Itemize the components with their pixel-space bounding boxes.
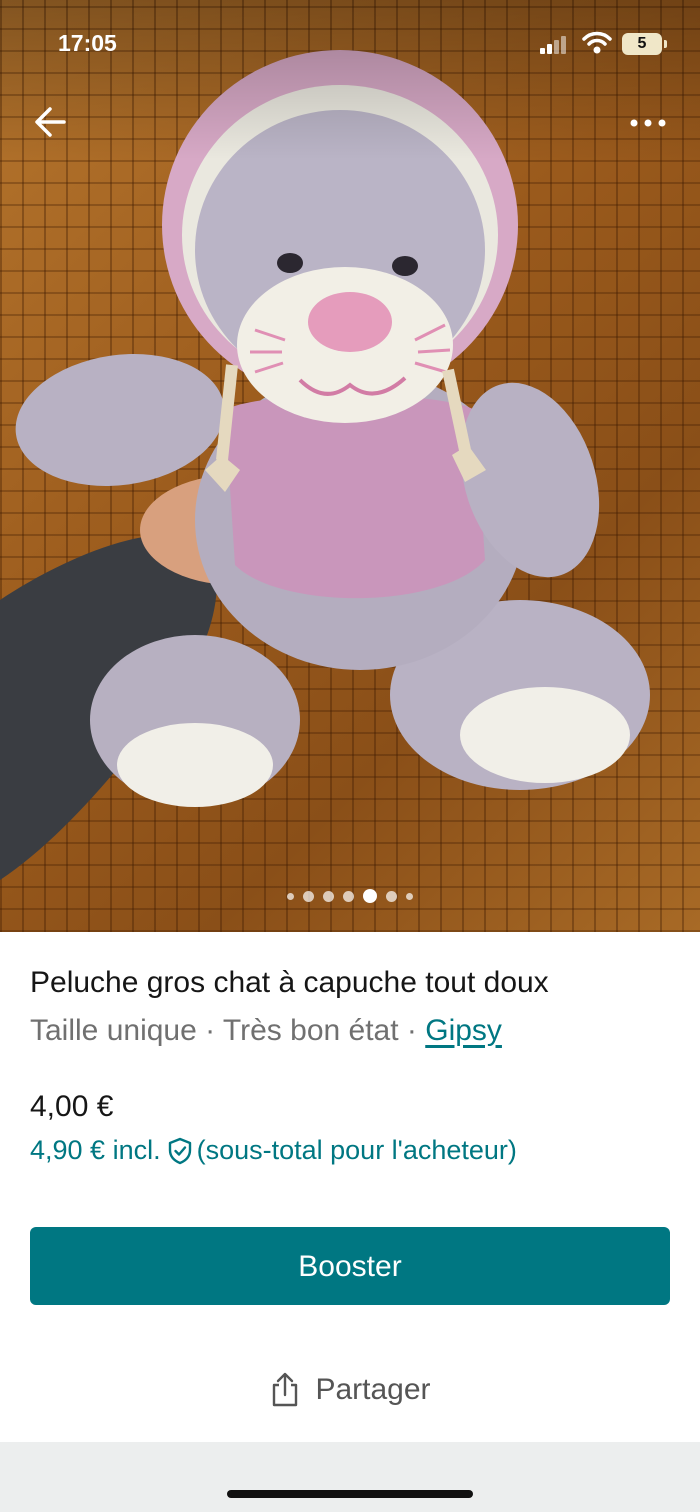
- buyer-protection-price[interactable]: 4,90 € incl. (sous-total pour l'acheteur…: [30, 1135, 517, 1166]
- price-incl-note: (sous-total pour l'acheteur): [196, 1135, 517, 1165]
- plush-cat-image: [0, 50, 650, 880]
- shield-check-icon: [168, 1137, 191, 1164]
- signal-icon: [540, 36, 566, 54]
- share-button[interactable]: Partager: [0, 1350, 700, 1430]
- share-icon: [273, 1372, 298, 1407]
- pager-dot[interactable]: [406, 892, 413, 900]
- status-time: 17:05: [58, 30, 117, 56]
- share-label: Partager: [315, 1373, 431, 1406]
- price-incl-value: 4,90 € incl.: [30, 1135, 161, 1165]
- status-bar: 17:05 5: [0, 0, 700, 90]
- pager-dot[interactable]: [386, 890, 397, 902]
- pager-dot[interactable]: [343, 890, 354, 902]
- pager-dot-active[interactable]: [363, 889, 377, 903]
- pager-dot[interactable]: [287, 892, 294, 900]
- meta-separator: ·: [196, 1014, 223, 1047]
- home-indicator[interactable]: [227, 1490, 473, 1498]
- pager-dot[interactable]: [323, 890, 334, 902]
- booster-button[interactable]: Booster: [30, 1227, 670, 1305]
- bottom-safe-area: [0, 1442, 700, 1512]
- item-condition: Très bon état: [222, 1014, 399, 1047]
- wifi-icon: [582, 31, 612, 54]
- photo-pager[interactable]: [0, 886, 700, 906]
- item-title: Peluche gros chat à capuche tout doux: [30, 966, 549, 999]
- item-photo[interactable]: 17:05 5: [0, 0, 700, 932]
- item-meta: Taille unique · Très bon état · Gipsy: [30, 1014, 502, 1048]
- more-horizontal-icon: [630, 119, 666, 127]
- battery-icon: 5: [622, 33, 667, 55]
- meta-separator: ·: [398, 1014, 426, 1047]
- arrow-left-icon: [35, 107, 66, 137]
- pager-dot[interactable]: [303, 890, 314, 902]
- back-button[interactable]: [26, 98, 74, 146]
- item-size: Taille unique: [30, 1014, 197, 1047]
- item-brand-link[interactable]: Gipsy: [425, 1014, 502, 1047]
- more-options-button[interactable]: [620, 100, 676, 144]
- item-price: 4,00 €: [30, 1090, 114, 1123]
